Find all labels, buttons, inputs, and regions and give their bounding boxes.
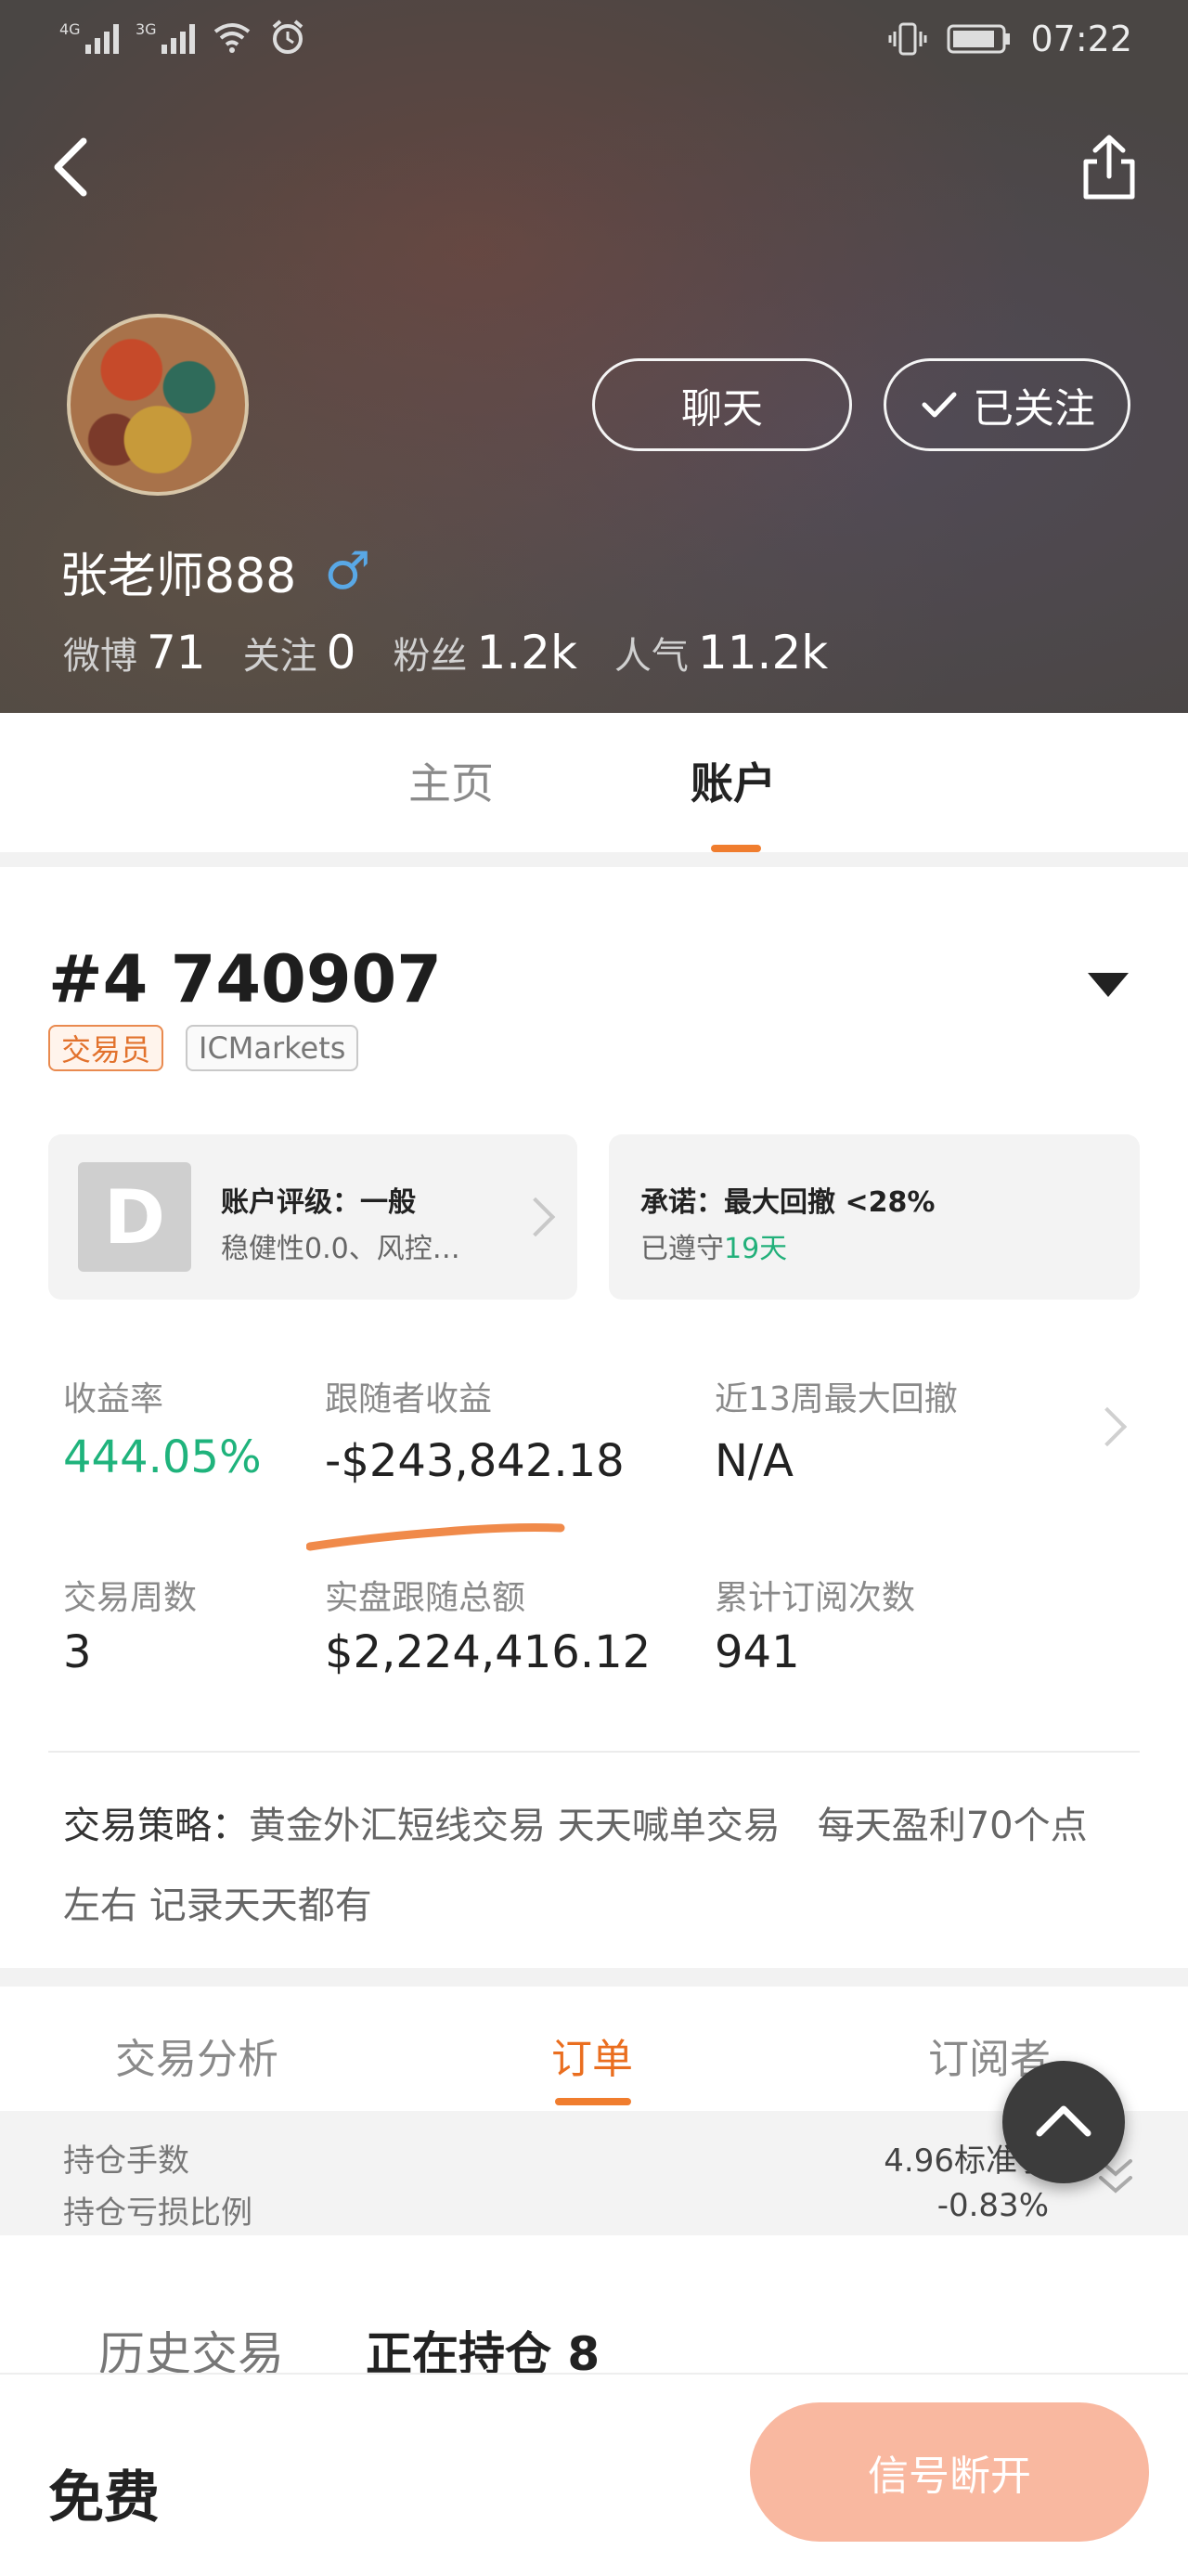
detail-tab-indicator <box>555 2098 631 2105</box>
tab-orders[interactable]: 订单 <box>551 2026 633 2085</box>
stat-following-label[interactable]: 关注 <box>243 626 317 680</box>
battery-icon <box>947 24 1011 54</box>
wifi-icon <box>213 23 251 53</box>
follow-total-value: $2,224,416.12 <box>325 1626 652 1678</box>
follower-profit-label: 跟随者收益 <box>325 1380 493 1418</box>
strategy-text: 交易策略：黄金外汇短线交易 天天喊单交易 每天盈利70个点左右 记录天天都有 <box>63 1786 1112 1946</box>
promise-kept-days: 19天 <box>724 1233 788 1265</box>
promise-title: 承诺：最大回撤 <28% <box>640 1186 936 1219</box>
stat-fans-value[interactable]: 1.2k <box>476 626 576 680</box>
rating-grade-icon: D <box>78 1162 191 1272</box>
lots-label: 持仓手数 <box>63 2142 189 2180</box>
account-rating-card[interactable]: D 账户评级：一般 稳健性0.0、风控… <box>48 1134 577 1300</box>
chevron-right-icon <box>515 1197 556 1237</box>
signal-icon: 4G <box>59 20 119 54</box>
divider <box>48 1751 1140 1753</box>
alarm-icon <box>272 19 303 54</box>
check-icon <box>922 392 957 418</box>
max-drawdown-value: N/A <box>715 1435 794 1487</box>
profile-stats: 微博 71 关注 0 粉丝 1.2k 人气 11.2k <box>63 626 865 680</box>
bottom-bar: 免费 信号断开 <box>0 2373 1188 2576</box>
stat-popularity-value: 11.2k <box>697 626 829 680</box>
stat-following-value[interactable]: 0 <box>327 626 356 680</box>
share-button[interactable] <box>1077 130 1142 204</box>
strategy-label: 交易策略： <box>63 1805 249 1847</box>
account-number: #4 740907 <box>48 941 442 1017</box>
profile-tabs: 主页 账户 <box>0 713 1188 852</box>
avatar[interactable] <box>67 314 249 496</box>
profile-header: 4G 3G 07:22 聊天 已关注 张老师888 ♂ 微博 71 关注 0 粉… <box>0 0 1188 713</box>
follow-total-label: 实盘跟随总额 <box>325 1579 526 1617</box>
rating-title: 账户评级：一般 <box>221 1186 416 1219</box>
price-label: 免费 <box>48 2466 160 2531</box>
promise-card: 承诺：最大回撤 <28% 已遵守19天 <box>609 1134 1140 1300</box>
tab-trade-analysis[interactable]: 交易分析 <box>115 2026 278 2085</box>
loss-ratio-label: 持仓亏损比例 <box>63 2194 252 2232</box>
follow-button[interactable]: 已关注 <box>884 358 1130 451</box>
tab-account[interactable]: 账户 <box>691 750 776 811</box>
signal-icon-2: 3G <box>136 20 195 54</box>
metrics-chevron-right-icon[interactable] <box>1087 1406 1128 1447</box>
share-icon <box>1083 135 1135 200</box>
return-label: 收益率 <box>63 1380 164 1418</box>
subscriptions-label: 累计订阅次数 <box>715 1579 916 1617</box>
chat-button[interactable]: 聊天 <box>592 358 852 451</box>
return-value: 444.05% <box>63 1431 262 1483</box>
follow-label: 已关注 <box>973 385 1095 433</box>
orange-underline-mark <box>306 1523 565 1551</box>
chevron-up-icon <box>1036 2105 1091 2137</box>
loss-ratio-value: -0.83% <box>936 2187 1049 2224</box>
scroll-top-button[interactable] <box>1002 2061 1125 2183</box>
chevron-left-icon <box>54 137 87 197</box>
max-drawdown-label: 近13周最大回撤 <box>715 1380 958 1418</box>
status-bar: 4G 3G 07:22 <box>0 0 1188 84</box>
promise-kept: 已遵守19天 <box>640 1225 787 1266</box>
position-tabs: 历史交易 正在持仓 8 <box>0 2235 1188 2381</box>
tab-active-indicator <box>711 845 761 852</box>
broker-badge: ICMarkets <box>186 1025 359 1071</box>
subscriptions-value: 941 <box>715 1626 800 1678</box>
rating-subtitle: 稳健性0.0、风控… <box>221 1233 460 1265</box>
chat-label: 聊天 <box>681 385 763 433</box>
male-icon: ♂ <box>324 541 371 602</box>
weeks-value: 3 <box>63 1626 92 1678</box>
tab-home[interactable]: 主页 <box>408 750 494 811</box>
clock: 07:22 <box>1030 19 1132 59</box>
signal-disconnected-button[interactable]: 信号断开 <box>750 2402 1149 2542</box>
stat-popularity-label: 人气 <box>613 635 689 678</box>
promise-kept-prefix: 已遵守 <box>640 1233 724 1265</box>
caret-down-icon[interactable] <box>1088 973 1129 997</box>
stat-fans-label[interactable]: 粉丝 <box>393 626 467 680</box>
trader-badge: 交易员 <box>48 1025 164 1071</box>
username-row: 张老师888 ♂ <box>59 537 370 606</box>
follower-profit-value: -$243,842.18 <box>325 1435 625 1487</box>
signal-button-label: 信号断开 <box>868 2453 1031 2500</box>
account-card: #4 740907 交易员 ICMarkets D 账户评级：一般 稳健性0.0… <box>0 867 1188 1968</box>
username: 张老师888 <box>59 549 297 604</box>
vibrate-icon <box>888 22 927 56</box>
stat-posts-label[interactable]: 微博 <box>63 626 137 680</box>
back-button[interactable] <box>45 130 100 204</box>
stat-posts-value[interactable]: 71 <box>147 626 206 680</box>
weeks-label: 交易周数 <box>63 1579 198 1617</box>
